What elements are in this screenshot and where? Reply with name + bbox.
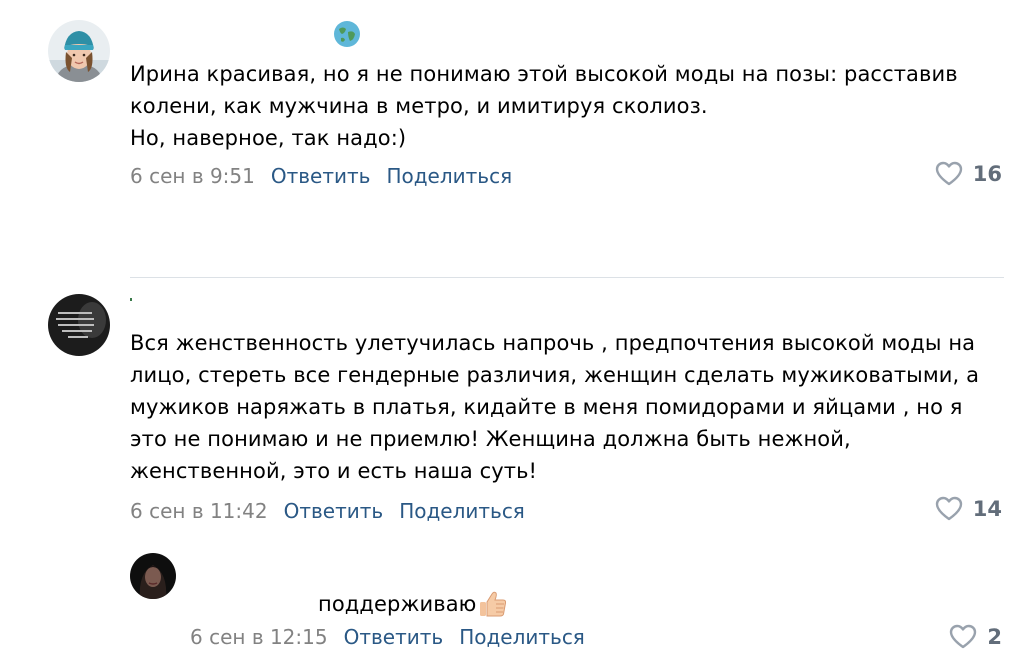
like-count: 2 [987,625,1002,649]
commenter-avatar[interactable] [48,20,110,82]
comment-line: Но, наверное, так надо:) [130,126,407,150]
comment-line: Вся женственность улетучилась напрочь , … [130,331,976,355]
comment-text: поддерживаю [318,588,508,620]
heart-icon [935,496,962,521]
share-button[interactable]: Поделиться [386,164,512,188]
comment-line: колени, как мужчина в метро, и имитируя … [130,94,708,118]
reply-button[interactable]: Ответить [284,499,384,523]
comment-line: это не понимаю и не приемлю! Женщина дол… [130,427,851,451]
user-avatar-dark-quote-icon [48,294,110,356]
comment-meta: 6 сен в 12:15 Ответить Поделиться [190,625,585,649]
comment-date[interactable]: 6 сен в 9:51 [130,164,255,188]
commenter-avatar[interactable] [130,553,176,599]
user-avatar-dark-portrait-icon [130,553,176,599]
reply-button[interactable]: Ответить [271,164,371,188]
comment-line: лицо, стереть все гендерные различия, же… [130,363,980,387]
comment-line: поддерживаю [318,592,477,616]
like-count: 14 [972,497,1002,521]
commenter-avatar[interactable] [48,294,110,356]
comment-text: Вся женственность улетучилась напрочь , … [130,327,1010,487]
heart-icon [935,161,962,186]
comment-text: Ирина красивая, но я не понимаю этой выс… [130,58,1010,154]
comment-meta: 6 сен в 11:42 Ответить Поделиться [130,499,525,523]
reply-button[interactable]: Ответить [344,625,444,649]
share-button[interactable]: Поделиться [459,625,585,649]
like-button[interactable]: 2 [949,624,1002,650]
thumbs-up-emoji-icon [478,589,508,619]
heart-icon [950,624,977,649]
decorative-mark [130,298,132,301]
user-avatar-woman-blue-hat-icon [48,20,110,82]
like-button[interactable]: 14 [935,496,1002,522]
comment-line: мужиков наряжать в платья, кидайте в мен… [130,395,963,419]
share-button[interactable]: Поделиться [399,499,525,523]
globe-icon [333,20,361,48]
comment-date[interactable]: 6 сен в 11:42 [130,499,268,523]
comment-line: Ирина красивая, но я не понимаю этой выс… [130,62,958,86]
comment-date[interactable]: 6 сен в 12:15 [190,625,328,649]
like-button[interactable]: 16 [935,161,1002,187]
comment-line: женственной, это и есть наша суть! [130,459,538,483]
like-count: 16 [972,162,1002,186]
comment-divider [130,277,1004,278]
comment-meta: 6 сен в 9:51 Ответить Поделиться [130,164,512,188]
